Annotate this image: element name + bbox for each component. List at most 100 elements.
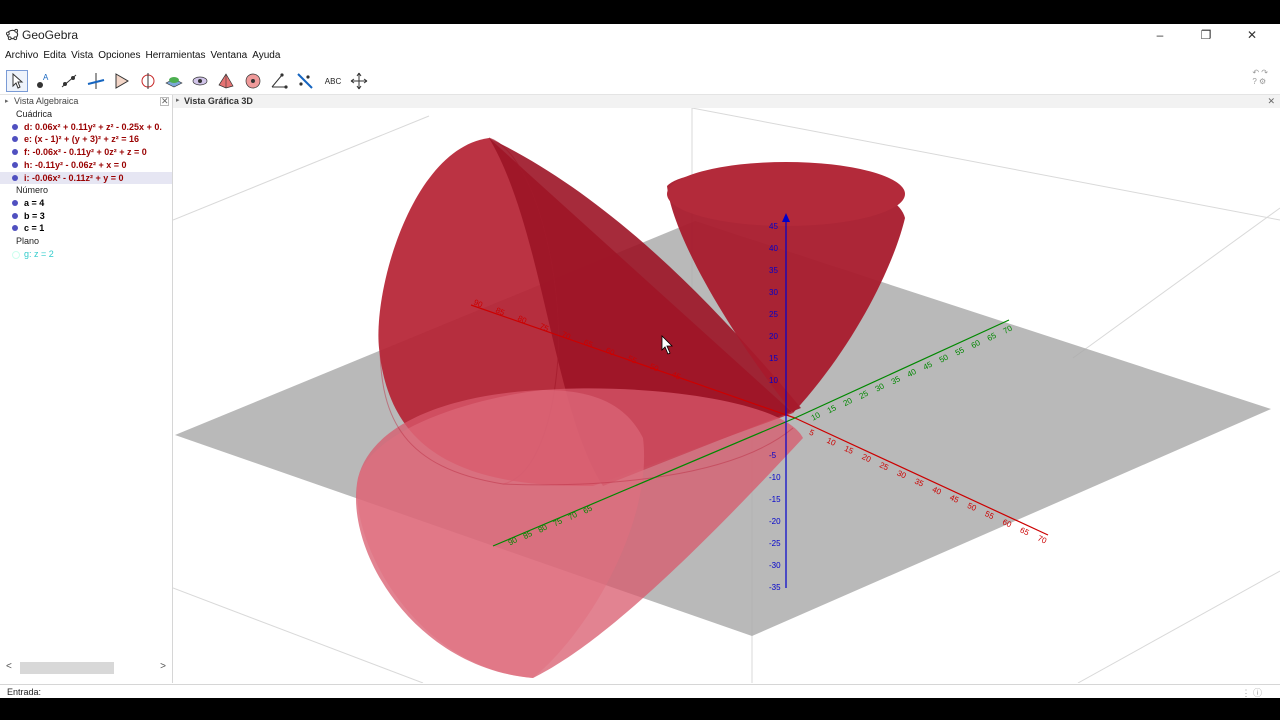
pyramid-tool-button[interactable] bbox=[215, 70, 237, 92]
algebra-item[interactable]: e: (x - 1)² + (y + 3)² + z² = 16 bbox=[0, 133, 172, 146]
algebra-item[interactable]: a = 4 bbox=[0, 197, 172, 210]
algebra-list: Cuádrica d: 0.06x² + 0.11y² + z² - 0.25x … bbox=[0, 108, 172, 260]
svg-text:A: A bbox=[43, 73, 49, 82]
perpendicular-icon bbox=[87, 73, 105, 89]
visibility-dot-icon[interactable] bbox=[12, 149, 18, 156]
view3d-header: ▸ Vista Gráfica 3D ✕ bbox=[173, 95, 1280, 108]
algebra-hscroll[interactable]: < > bbox=[4, 661, 168, 675]
visibility-dot-icon[interactable] bbox=[12, 225, 18, 232]
visibility-dot-icon[interactable] bbox=[12, 199, 18, 206]
minimize-button[interactable]: – bbox=[1137, 24, 1183, 46]
z-tick-label: -5 bbox=[769, 451, 777, 460]
title-bar: GeoGebra – ❐ ✕ bbox=[0, 24, 1280, 46]
input-help-icons[interactable]: ⋮ ⓘ bbox=[1241, 686, 1262, 698]
maximize-button[interactable]: ❐ bbox=[1183, 24, 1229, 46]
input-bar[interactable]: Entrada: ⋮ ⓘ bbox=[0, 684, 1280, 698]
menu-bar: Archivo Edita Vista Opciones Herramienta… bbox=[0, 48, 282, 64]
algebra-item[interactable]: h: -0.11y² - 0.06z² + x = 0 bbox=[0, 159, 172, 172]
menu-edita[interactable]: Edita bbox=[40, 48, 68, 64]
algebra-item-text: e: (x - 1)² + (y + 3)² + z² = 16 bbox=[24, 134, 140, 145]
angle-icon bbox=[271, 73, 288, 89]
plane-tool-button[interactable] bbox=[189, 70, 211, 92]
menu-ayuda[interactable]: Ayuda bbox=[249, 48, 282, 64]
graphics-3d-view[interactable]: ▸ Vista Gráfica 3D ✕ 5 10 15 20 25 30 35… bbox=[173, 95, 1280, 683]
polygon-icon bbox=[115, 73, 129, 89]
eye-icon bbox=[192, 76, 208, 86]
z-tick-label: -35 bbox=[769, 583, 781, 592]
z-tick-label: 25 bbox=[769, 310, 778, 319]
point-tool-button[interactable]: A bbox=[32, 70, 54, 92]
perpendicular-tool-button[interactable] bbox=[85, 70, 107, 92]
surfaces-icon bbox=[165, 77, 183, 88]
algebra-item-text: d: 0.06x² + 0.11y² + z² - 0.25x + 0. bbox=[24, 121, 162, 132]
menu-vista[interactable]: Vista bbox=[68, 48, 95, 64]
z-tick-label: -20 bbox=[769, 517, 781, 526]
z-tick-label: 30 bbox=[769, 288, 778, 297]
polygon-tool-button[interactable] bbox=[111, 70, 133, 92]
move-tool-button[interactable] bbox=[6, 70, 28, 92]
x-tick-label: 70 bbox=[1036, 534, 1048, 546]
algebra-category[interactable]: Plano bbox=[0, 235, 172, 248]
circle-axis-tool-button[interactable] bbox=[137, 70, 159, 92]
algebra-item[interactable]: d: 0.06x² + 0.11y² + z² - 0.25x + 0. bbox=[0, 121, 172, 134]
move-arrows-icon bbox=[350, 72, 368, 90]
geogebra-window: GeoGebra – ❐ ✕ Archivo Edita Vista Opcio… bbox=[0, 24, 1280, 698]
algebra-category[interactable]: Número bbox=[0, 184, 172, 197]
z-tick-label: 40 bbox=[769, 244, 778, 253]
algebra-view: ▸ Vista Algebraica ✕ Cuádrica d: 0.06x² +… bbox=[0, 95, 173, 683]
visibility-dot-icon[interactable] bbox=[12, 174, 18, 181]
z-tick-label: 20 bbox=[769, 332, 778, 341]
algebra-item-text: f: -0.06x² - 0.11y² + 0z² + z = 0 bbox=[24, 147, 147, 158]
z-tick-label: -15 bbox=[769, 495, 781, 504]
sphere-tool-button[interactable] bbox=[242, 70, 264, 92]
menu-archivo[interactable]: Archivo bbox=[0, 48, 40, 64]
window-title: GeoGebra bbox=[22, 28, 79, 42]
sphere-icon bbox=[245, 73, 261, 89]
visibility-dot-icon[interactable] bbox=[12, 123, 18, 130]
menu-opciones[interactable]: Opciones bbox=[95, 48, 142, 64]
visibility-dot-icon[interactable] bbox=[12, 212, 18, 219]
menu-ventana[interactable]: Ventana bbox=[208, 48, 250, 64]
algebra-item[interactable]: c = 1 bbox=[0, 222, 172, 235]
algebra-item[interactable]: b = 3 bbox=[0, 210, 172, 223]
toolbar: A ABC ↶ ↷? ⚙ bbox=[0, 66, 1280, 95]
undo-help-icons[interactable]: ↶ ↷? ⚙ bbox=[1252, 68, 1268, 86]
line-tool-button[interactable] bbox=[58, 70, 80, 92]
cursor-arrow-icon bbox=[12, 73, 24, 89]
algebra-item[interactable]: g: z = 2 bbox=[0, 248, 172, 261]
move-view-tool-button[interactable] bbox=[348, 70, 370, 92]
algebra-category[interactable]: Cuádrica bbox=[0, 108, 172, 121]
visibility-dot-icon[interactable] bbox=[12, 161, 18, 168]
z-tick-label: 15 bbox=[769, 354, 778, 363]
close-view3d-icon[interactable]: ✕ bbox=[1267, 96, 1275, 107]
input-label: Entrada: bbox=[7, 687, 42, 697]
visibility-dot-icon[interactable] bbox=[12, 136, 18, 143]
intersect-surfaces-tool-button[interactable] bbox=[163, 70, 185, 92]
algebra-item-text: c = 1 bbox=[24, 223, 45, 234]
reflect-icon bbox=[297, 73, 313, 89]
line-icon bbox=[61, 74, 77, 88]
algebra-item[interactable]: i: -0.06x² - 0.11z² + y = 0 bbox=[0, 171, 172, 185]
close-algebra-icon[interactable]: ✕ bbox=[160, 97, 169, 106]
z-tick-label: 35 bbox=[769, 266, 778, 275]
pyramid-icon bbox=[218, 73, 234, 89]
z-tick-label: 10 bbox=[769, 376, 778, 385]
angle-tool-button[interactable] bbox=[268, 70, 290, 92]
close-button[interactable]: ✕ bbox=[1229, 24, 1275, 46]
geogebra-logo-icon bbox=[6, 28, 19, 41]
text-tool-button[interactable]: ABC bbox=[320, 70, 346, 92]
algebra-item-text: i: -0.06x² - 0.11z² + y = 0 bbox=[24, 172, 124, 183]
panel-caret-icon[interactable]: ▸ bbox=[5, 95, 9, 108]
visibility-dot-icon[interactable] bbox=[12, 250, 20, 259]
scroll-thumb[interactable] bbox=[20, 662, 114, 674]
view-caret-icon[interactable]: ▸ bbox=[176, 96, 180, 104]
scene-3d[interactable]: 5101520253035404550556065709085807570656… bbox=[173, 108, 1280, 683]
menu-herramientas[interactable]: Herramientas bbox=[142, 48, 207, 64]
scroll-left-icon[interactable]: < bbox=[6, 661, 12, 672]
algebra-header: ▸ Vista Algebraica ✕ bbox=[0, 95, 172, 108]
scroll-right-icon[interactable]: > bbox=[160, 661, 166, 672]
algebra-item[interactable]: f: -0.06x² - 0.11y² + 0z² + z = 0 bbox=[0, 146, 172, 159]
point-icon: A bbox=[37, 73, 49, 88]
algebra-item-text: g: z = 2 bbox=[24, 248, 54, 259]
reflect-tool-button[interactable] bbox=[294, 70, 316, 92]
